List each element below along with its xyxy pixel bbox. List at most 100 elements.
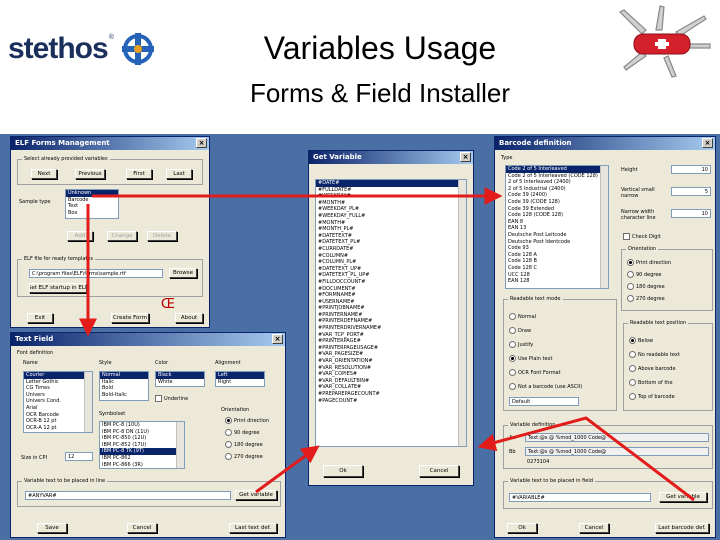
list-item[interactable]: #MONTH#	[316, 220, 466, 227]
list-item[interactable]: #FULLDATE#	[316, 187, 466, 194]
list-item[interactable]: Bold-Italic	[100, 392, 148, 399]
list-item[interactable]: #USERNAME#	[316, 299, 466, 306]
list-item[interactable]: Univers	[24, 392, 92, 399]
list-item[interactable]: #DOCUMENT#	[316, 286, 466, 293]
list-item[interactable]: #PAGECOUNT#	[316, 398, 466, 405]
list-item[interactable]: EAN 128	[506, 278, 608, 285]
check-digit-checkbox[interactable]: Check Digit	[623, 233, 661, 240]
list-item[interactable]: #FORMNAME#	[316, 292, 466, 299]
close-icon[interactable]: ×	[196, 138, 207, 148]
list-item[interactable]: 2 of 5 Industrial (2400)	[506, 186, 608, 193]
change-button[interactable]: Change	[107, 231, 137, 241]
height-field[interactable]: 10	[671, 165, 711, 174]
list-item[interactable]: EAN 13	[506, 225, 608, 232]
list-item[interactable]: #WEEKDAY_PL#	[316, 206, 466, 213]
close-icon[interactable]: ×	[702, 138, 713, 148]
list-item[interactable]: #PRINTERDRIVERNAME#	[316, 325, 466, 332]
list-item[interactable]: #WEEKDAY_FULL#	[316, 213, 466, 220]
get-variable-button[interactable]: Get variable	[659, 492, 707, 502]
previous-button[interactable]: Previous	[75, 169, 105, 179]
readable-mode-select[interactable]: Default	[509, 397, 579, 406]
list-item[interactable]: Deutsche Post Identcode	[506, 239, 608, 246]
list-item[interactable]: UCC 128	[506, 272, 608, 279]
list-item[interactable]: OCR Barcode	[24, 412, 92, 419]
variable-list[interactable]: #DATE# #FULLDATE# #WEEKDAY# #MONTH# #WEEKDAY…	[315, 179, 467, 447]
delete-button[interactable]: Delete	[147, 231, 177, 241]
list-item[interactable]: IBM PC-8 DN (11U)	[100, 429, 184, 436]
list-item[interactable]: #COLUMN#	[316, 253, 466, 260]
list-item[interactable]: EAN 8	[506, 219, 608, 226]
list-item[interactable]: IBM PC-850 (12U)	[100, 435, 184, 442]
orientation-print-direction-radio[interactable]: Print direction	[225, 417, 269, 424]
about-button[interactable]: About	[175, 313, 203, 323]
position-bottom-radio[interactable]: Bottom of the	[629, 379, 673, 386]
list-item[interactable]: #VAR_PAGESIZE#	[316, 351, 466, 358]
font-name-list[interactable]: Courier Letter Gothic CG Times Univers U…	[23, 371, 93, 433]
ok-button[interactable]: Ok	[323, 465, 363, 477]
next-button[interactable]: Next	[31, 169, 57, 179]
list-item[interactable]: #PRINTERPAGE#	[316, 338, 466, 345]
get-variable-button[interactable]: Get variable	[235, 490, 277, 500]
set-startup-button[interactable]: Set ELF startup in ELF	[29, 283, 87, 293]
create-form-button[interactable]: Create Form	[111, 313, 149, 323]
symbolset-list[interactable]: IBM PC-8 (10U) IBM PC-8 DN (11U) IBM PC-…	[99, 421, 185, 469]
underline-checkbox[interactable]: Underline	[155, 395, 188, 402]
list-item[interactable]: #FILLDOCCOUNT#	[316, 279, 466, 286]
list-item[interactable]: Barcode	[66, 197, 118, 204]
list-item[interactable]: #DATETEXT_UP#	[316, 266, 466, 273]
readable-ascii-radio[interactable]: Not a barcode (use ASCII)	[509, 383, 582, 390]
list-item[interactable]: Arial	[24, 405, 92, 412]
alignment-list[interactable]: Left Right	[215, 371, 265, 387]
list-item[interactable]: Univers Cond.	[24, 398, 92, 405]
list-item[interactable]: Code 39 Extended	[506, 206, 608, 213]
list-item[interactable]: Bold	[100, 385, 148, 392]
list-item[interactable]: #CURRDATE#	[316, 246, 466, 253]
list-item[interactable]: Code 93	[506, 245, 608, 252]
list-item[interactable]: #VAR_RESOLUTION#	[316, 365, 466, 372]
def-a-field[interactable]: Text:@s @ %mod_1000 Code@	[525, 433, 709, 442]
readable-draw-radio[interactable]: Draw	[509, 327, 531, 334]
orientation-print-direction-radio[interactable]: Print direction	[627, 259, 671, 266]
list-item[interactable]: #WEEKDAY#	[316, 193, 466, 200]
list-item[interactable]: #MONTH#	[316, 200, 466, 207]
list-item[interactable]: Left	[216, 372, 264, 379]
position-top-radio[interactable]: Top of barcode	[629, 393, 675, 400]
close-icon[interactable]: ×	[272, 334, 283, 344]
add-button[interactable]: Add	[67, 231, 93, 241]
list-item[interactable]: CG Times	[24, 385, 92, 392]
def-b-field[interactable]: Text:@s @ %mod_1000 Code@	[525, 447, 709, 456]
list-item[interactable]: Text	[66, 203, 118, 210]
orientation-270-radio[interactable]: 270 degree	[627, 295, 665, 302]
list-item[interactable]: #DATETEXT_PL#	[316, 239, 466, 246]
scrollbar[interactable]	[458, 180, 466, 446]
list-item[interactable]: Unknown	[66, 190, 118, 197]
scrollbar[interactable]	[176, 422, 184, 468]
list-item[interactable]: #PRINTJOBNAME#	[316, 305, 466, 312]
barcode-type-list[interactable]: Code 2 of 5 Interleaved Code 2 of 5 Inter…	[505, 165, 609, 289]
list-item[interactable]: Right	[216, 379, 264, 386]
list-item[interactable]: #PREPAREPAGECOUNT#	[316, 391, 466, 398]
orientation-180-radio[interactable]: 180 degree	[627, 283, 665, 290]
exit-button[interactable]: Exit	[27, 313, 53, 323]
ratio-field[interactable]: 10	[671, 209, 711, 218]
position-none-radio[interactable]: No readable text	[629, 351, 680, 358]
style-list[interactable]: Normal Italic Bold Bold-Italic	[99, 371, 149, 401]
variable-text-field[interactable]: #VARIABLE#	[509, 493, 651, 502]
list-item[interactable]: #DATETEXT_PL_UP#	[316, 272, 466, 279]
size-field[interactable]: 12	[65, 452, 93, 461]
last-button[interactable]: Last	[166, 169, 192, 179]
cancel-button[interactable]: Cancel	[419, 465, 459, 477]
list-item[interactable]: IBM PC-866 (3R)	[100, 462, 184, 468]
list-item[interactable]: Black	[156, 372, 204, 379]
save-button[interactable]: Save	[37, 523, 67, 533]
list-item[interactable]: #VAR_TCP_PORT#	[316, 332, 466, 339]
list-item[interactable]: #VAR_ORIENTATION#	[316, 358, 466, 365]
position-above-radio[interactable]: Above barcode	[629, 365, 676, 372]
readable-plain-text-radio[interactable]: Use Plain text	[509, 355, 552, 362]
list-item[interactable]: Code 2 of 5 Interleaved	[506, 166, 608, 173]
color-list[interactable]: Black White	[155, 371, 205, 387]
list-item[interactable]: Courier	[24, 372, 92, 379]
last-text-def-button[interactable]: Last text def.	[229, 523, 277, 533]
list-item[interactable]: IBM PC-8 TK (9T)	[100, 448, 184, 455]
list-item[interactable]: #VAR_DEFAULTBIN#	[316, 378, 466, 385]
